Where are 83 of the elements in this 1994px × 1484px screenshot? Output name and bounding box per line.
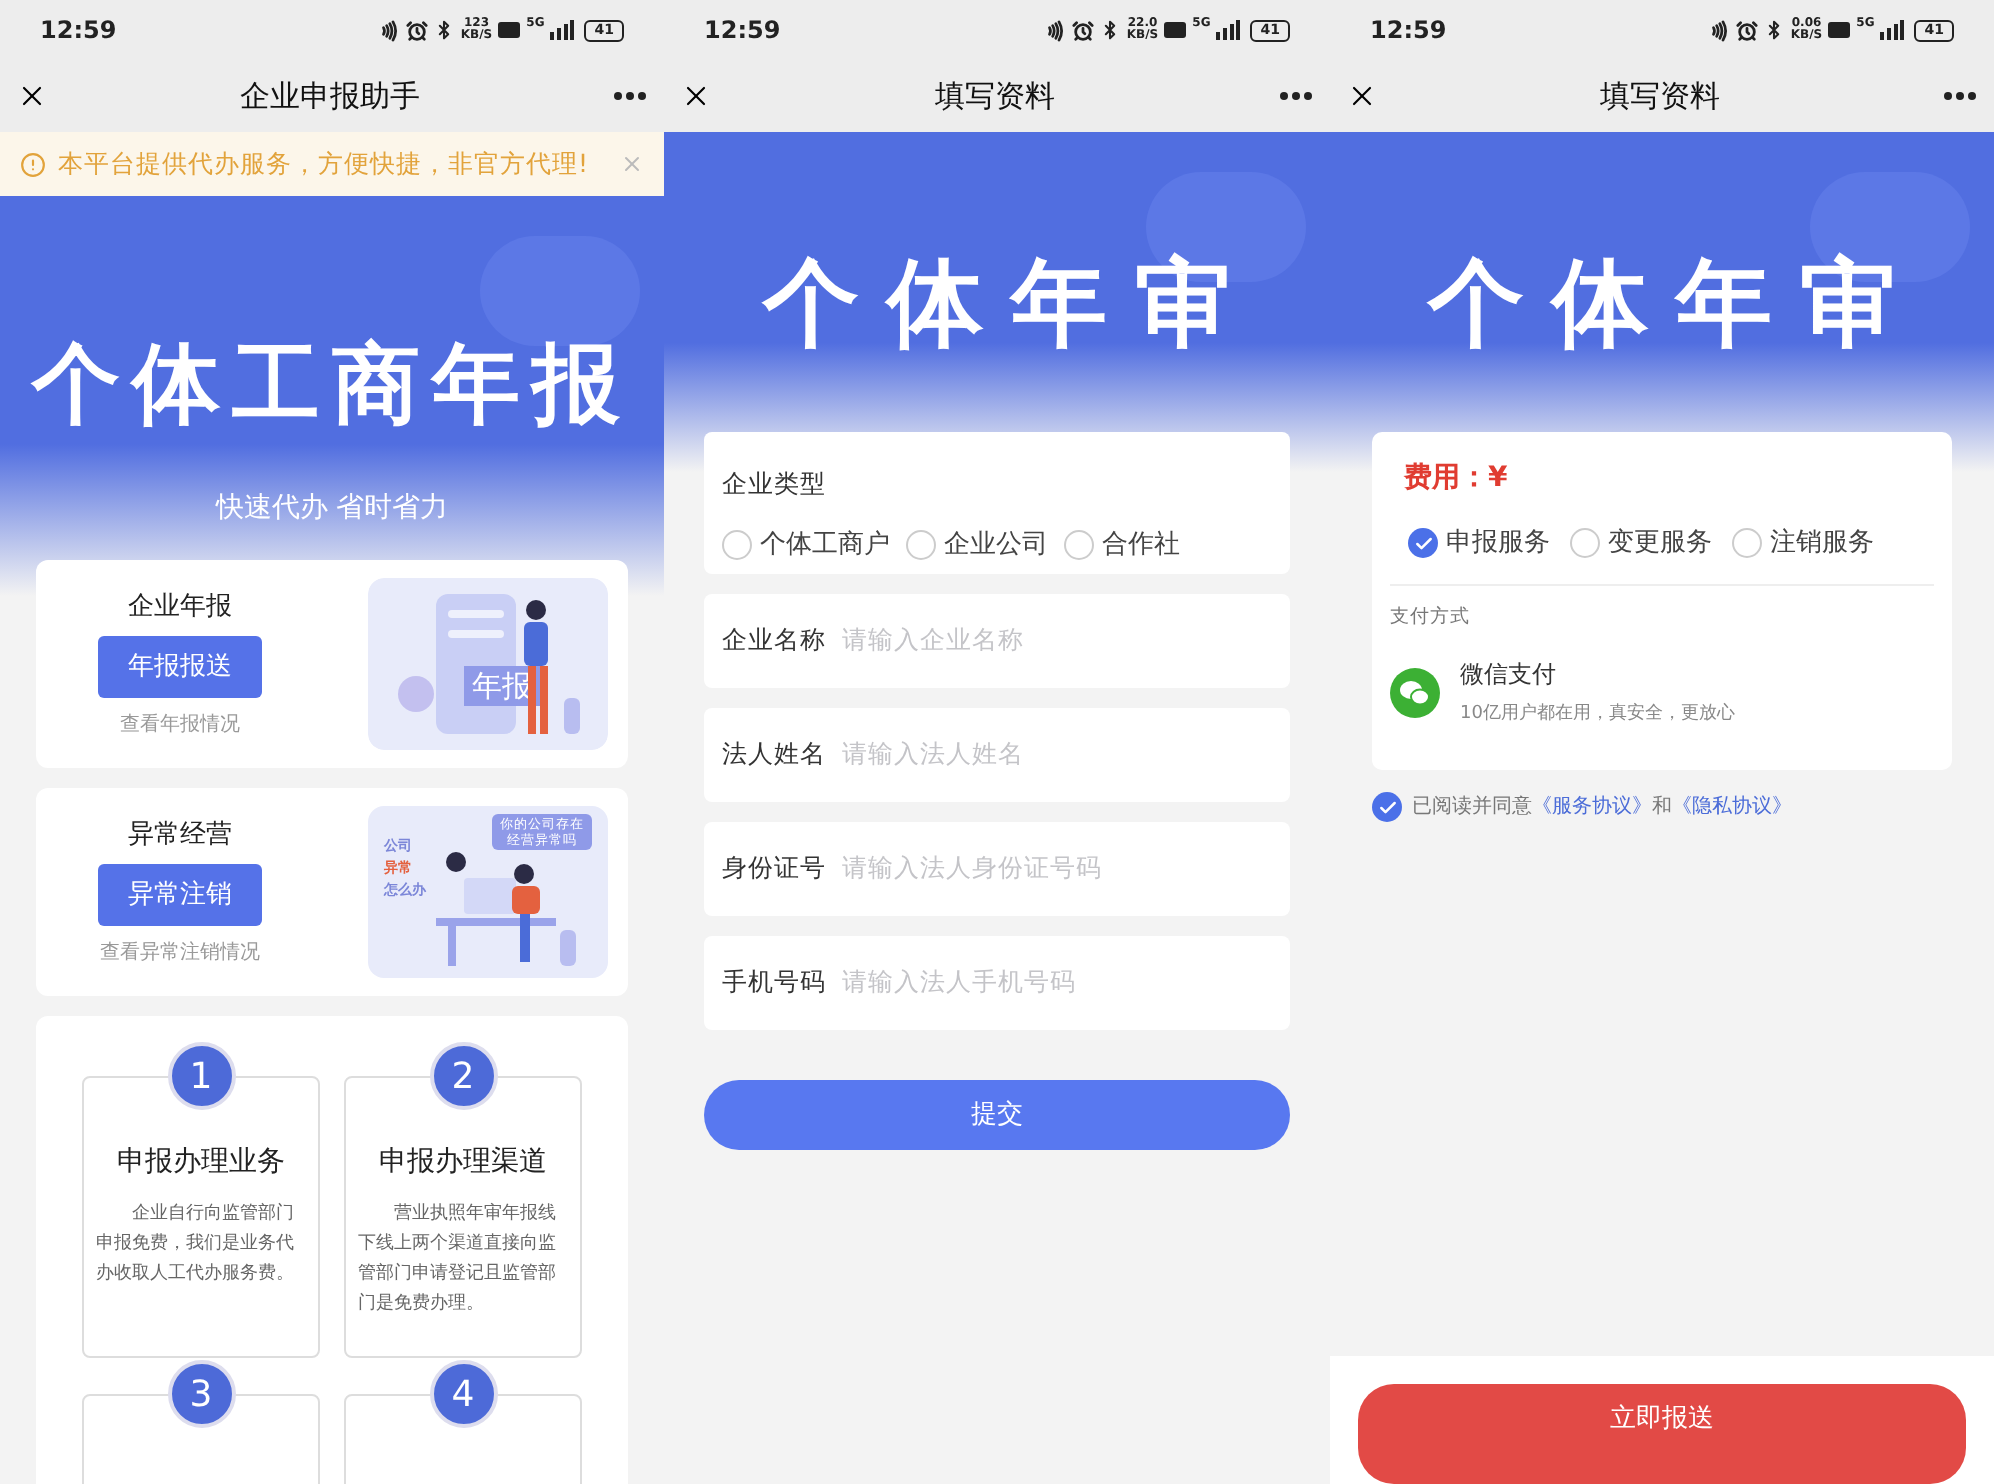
chat-bubbles-icon bbox=[1390, 667, 1440, 717]
payment-note: 10亿用户都在用，真安全，更放心 bbox=[1460, 701, 1735, 728]
field-label: 身份证号 bbox=[722, 850, 826, 887]
step-number: 3 bbox=[167, 1360, 235, 1428]
text-field[interactable]: 企业名称 请输入企业名称 bbox=[704, 594, 1290, 688]
nav-title: 填写资料 bbox=[935, 75, 1055, 118]
submit-report-button[interactable]: 立即报送 bbox=[1358, 1384, 1966, 1484]
step-title: 申报办理渠道 bbox=[377, 1144, 549, 1182]
step-title: 申报办理业务 bbox=[115, 1144, 287, 1182]
field-label: 企业名称 bbox=[722, 622, 826, 659]
radio-option[interactable]: 个体工商户 bbox=[722, 526, 890, 565]
more-icon bbox=[1944, 92, 1976, 100]
signal-icon bbox=[1216, 20, 1241, 40]
alert-icon bbox=[20, 151, 46, 177]
field-label: 企业类型 bbox=[722, 468, 826, 498]
radio-option[interactable]: 注销服务 bbox=[1732, 524, 1874, 563]
status-time: 12:59 bbox=[704, 14, 781, 48]
field-label: 手机号码 bbox=[722, 964, 826, 1001]
nav-title: 企业申报助手 bbox=[240, 75, 420, 118]
text-field[interactable]: 手机号码 请输入法人手机号码 bbox=[704, 936, 1290, 1030]
alarm-icon bbox=[1072, 19, 1095, 41]
radio-option[interactable]: 合作社 bbox=[1064, 526, 1180, 565]
checked-checkbox[interactable] bbox=[1372, 792, 1402, 822]
input-field[interactable]: 请输入法人身份证号码 bbox=[842, 850, 1272, 888]
radio-option[interactable]: 申报服务 bbox=[1408, 524, 1550, 563]
step-number: 1 bbox=[167, 1042, 235, 1110]
submit-button[interactable]: 提交 bbox=[704, 1080, 1290, 1150]
signal-icon bbox=[1880, 20, 1905, 40]
bluetooth-icon bbox=[1764, 20, 1785, 40]
alarm-icon bbox=[1736, 19, 1759, 41]
step-number: 2 bbox=[429, 1042, 497, 1110]
input-field[interactable]: 请输入法人手机号码 bbox=[842, 964, 1272, 1002]
hd-icon bbox=[1828, 22, 1851, 38]
text-field[interactable]: 身份证号 请输入法人身份证号码 bbox=[704, 822, 1290, 916]
text-field[interactable]: 法人姓名 请输入法人姓名 bbox=[704, 708, 1290, 802]
radio-option[interactable]: 企业公司 bbox=[906, 526, 1048, 565]
agreement-text: 已阅读并同意《服务协议》和《隐私协议》 bbox=[1412, 793, 1792, 822]
payment-option[interactable]: 微信支付 10亿用户都在用，真安全，更放心 bbox=[1390, 655, 1934, 729]
hero-title: 个体年审 bbox=[1424, 246, 1924, 364]
step-number: 4 bbox=[429, 1360, 497, 1428]
hero-subtitle: 快速代办 省时省力 bbox=[215, 490, 449, 528]
service-button[interactable]: 年报报送 bbox=[98, 636, 262, 699]
close-icon bbox=[620, 152, 644, 176]
nfc-icon bbox=[378, 19, 401, 41]
service-heading: 企业年报 bbox=[128, 589, 232, 626]
more-icon bbox=[1280, 92, 1312, 100]
section-heading: 支付方式 bbox=[1390, 603, 1472, 631]
privacy-agreement-link[interactable]: 《隐私协议》 bbox=[1672, 796, 1792, 818]
bluetooth-icon bbox=[434, 20, 455, 40]
notice-text: 本平台提供代办服务，方便快捷，非官方代理! bbox=[58, 145, 589, 182]
payment-name: 微信支付 bbox=[1460, 657, 1558, 692]
input-field[interactable]: 请输入法人姓名 bbox=[842, 736, 1272, 774]
service-heading: 异常经营 bbox=[128, 817, 232, 854]
more-button[interactable] bbox=[612, 92, 648, 100]
radio-icon bbox=[722, 530, 752, 561]
signal-icon bbox=[550, 20, 575, 40]
more-icon bbox=[614, 92, 646, 100]
input-field[interactable]: 请输入企业名称 bbox=[842, 622, 1272, 660]
radio-option[interactable]: 变更服务 bbox=[1570, 524, 1712, 563]
radio-icon bbox=[1064, 530, 1094, 561]
hero-title: 个体年审 bbox=[759, 246, 1259, 364]
nav-title: 填写资料 bbox=[1600, 75, 1720, 118]
status-time: 12:59 bbox=[40, 14, 117, 48]
fee-label: 费用：¥ bbox=[1402, 462, 1508, 494]
field-label: 法人姓名 bbox=[722, 736, 826, 773]
nfc-icon bbox=[1044, 19, 1067, 41]
more-button[interactable] bbox=[1278, 92, 1314, 100]
radio-icon bbox=[1732, 528, 1762, 559]
hero-title: 个体工商年报 bbox=[32, 332, 632, 440]
more-button[interactable] bbox=[1942, 92, 1978, 100]
status-time: 12:59 bbox=[1370, 14, 1447, 48]
alarm-icon bbox=[406, 19, 429, 41]
service-button[interactable]: 异常注销 bbox=[98, 864, 262, 927]
bluetooth-icon bbox=[1100, 20, 1121, 40]
radio-icon bbox=[1570, 528, 1600, 559]
service-agreement-link[interactable]: 《服务协议》 bbox=[1532, 796, 1652, 818]
hd-icon bbox=[1164, 22, 1187, 38]
step-description: 营业执照年审年报线下线上两个渠道直接向监管部门申请登记且监管部门是免费办理。 bbox=[358, 1201, 558, 1318]
nfc-icon bbox=[1708, 19, 1731, 41]
step-description: 企业自行向监管部门申报免费，我们是业务代办收取人工代办服务费。 bbox=[96, 1201, 296, 1288]
hd-icon bbox=[498, 22, 521, 38]
check-icon bbox=[1377, 797, 1397, 817]
radio-icon bbox=[906, 530, 936, 561]
